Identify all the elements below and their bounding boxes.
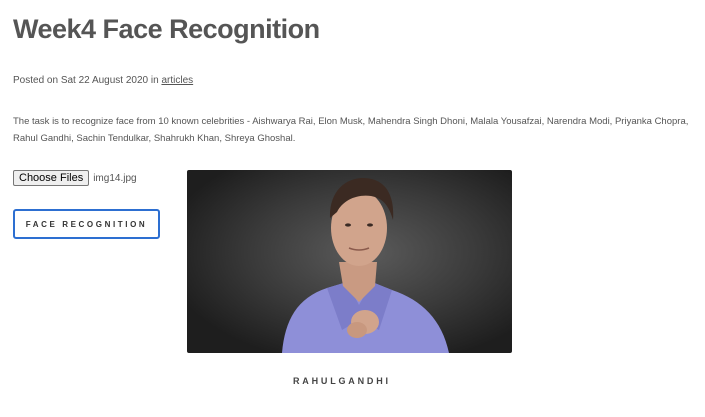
face-recognition-button[interactable]: FACE RECOGNITION	[13, 209, 160, 239]
uploaded-image	[187, 170, 512, 353]
selected-file-name: img14.jpg	[93, 172, 137, 184]
posted-date: Posted on Sat 22 August 2020 in	[13, 75, 162, 86]
portrait-photo	[282, 178, 449, 353]
file-upload: Choose Files img14.jpg	[13, 170, 137, 186]
task-description: The task is to recognize face from 10 kn…	[13, 116, 689, 144]
category-link[interactable]: articles	[161, 75, 193, 86]
post-meta: Posted on Sat 22 August 2020 in articles	[13, 75, 193, 86]
page-title: Week4 Face Recognition	[13, 14, 320, 44]
choose-files-button[interactable]: Choose Files	[13, 170, 90, 186]
recognition-result: RAHULGANDHI	[293, 376, 391, 386]
